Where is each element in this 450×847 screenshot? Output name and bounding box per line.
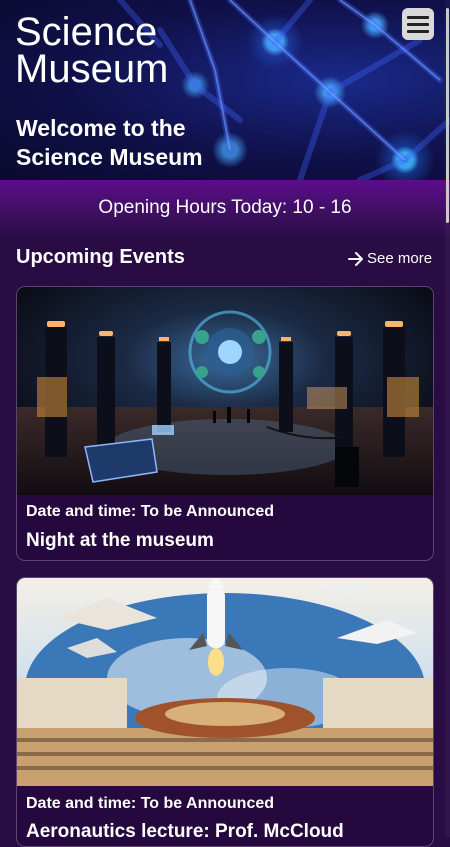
event-name: Night at the museum (26, 530, 214, 551)
welcome-heading: Welcome to the Science Museum (16, 115, 203, 170)
scrollbar-thumb[interactable] (446, 8, 449, 223)
arrow-right-icon (348, 251, 363, 266)
events-heading: Upcoming Events (16, 246, 185, 268)
event-date: Date and time: To be Announced (26, 503, 275, 520)
see-more-label: See more (367, 250, 433, 267)
site-title: Science Museum (15, 10, 169, 91)
hamburger-menu-icon (407, 15, 429, 19)
see-more-link[interactable]: See more (348, 250, 432, 267)
event-name: Aeronautics lecture: Prof. McCloud (26, 821, 344, 842)
event-image-aeronautics-lecture (17, 578, 433, 786)
menu-button[interactable] (402, 8, 434, 40)
hero-banner: Science Museum Welcome to the Science Mu… (0, 0, 450, 180)
opening-hours: Opening Hours Today: 10 - 16 (98, 197, 352, 218)
event-card[interactable]: Date and time: To be Announced Aeronauti… (16, 577, 434, 847)
event-card[interactable]: Date and time: To be Announced Night at … (16, 286, 434, 561)
event-image-night-at-museum (17, 287, 433, 495)
event-date: Date and time: To be Announced (26, 795, 275, 812)
